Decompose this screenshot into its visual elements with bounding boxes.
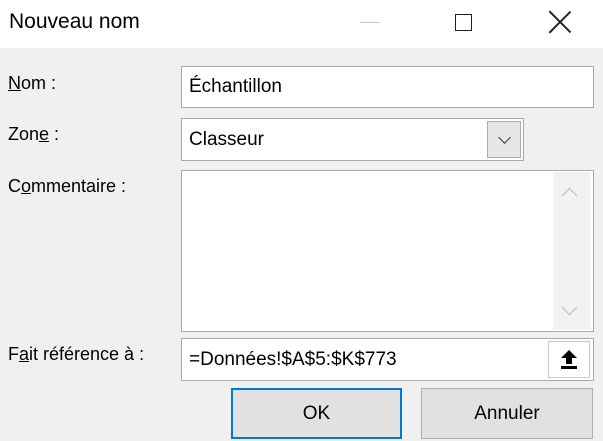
zone-label: Zone : (8, 124, 60, 144)
scope-dropdown-button[interactable] (487, 121, 521, 158)
minimize-icon (360, 21, 380, 23)
title-bar: Nouveau nom (0, 0, 603, 48)
maximize-icon (454, 13, 472, 31)
collapse-dialog-icon (560, 349, 578, 370)
comment-textarea[interactable] (181, 170, 594, 332)
dialog-title: Nouveau nom (9, 10, 140, 33)
comment-scrollbar[interactable] (553, 172, 591, 330)
scope-select[interactable]: Classeur (181, 118, 524, 161)
close-button[interactable] (535, 0, 585, 44)
collapse-dialog-button[interactable] (548, 341, 590, 378)
name-input[interactable]: Échantillon (181, 66, 594, 108)
scroll-up-icon[interactable] (561, 187, 578, 204)
scroll-down-icon[interactable] (561, 299, 578, 316)
maximize-button[interactable] (438, 0, 488, 44)
close-icon (549, 11, 571, 33)
minimize-button[interactable] (345, 0, 395, 44)
chevron-down-icon (497, 130, 511, 144)
cancel-button[interactable]: Annuler (421, 388, 593, 439)
refers-to-label: Fait référence à : (8, 344, 145, 364)
ok-button[interactable]: OK (231, 388, 402, 439)
refers-to-input[interactable]: =Données!$A$5:$K$773 (181, 338, 594, 381)
nom-label: Nom : (8, 73, 57, 93)
comment-label: Commentaire : (8, 176, 127, 196)
